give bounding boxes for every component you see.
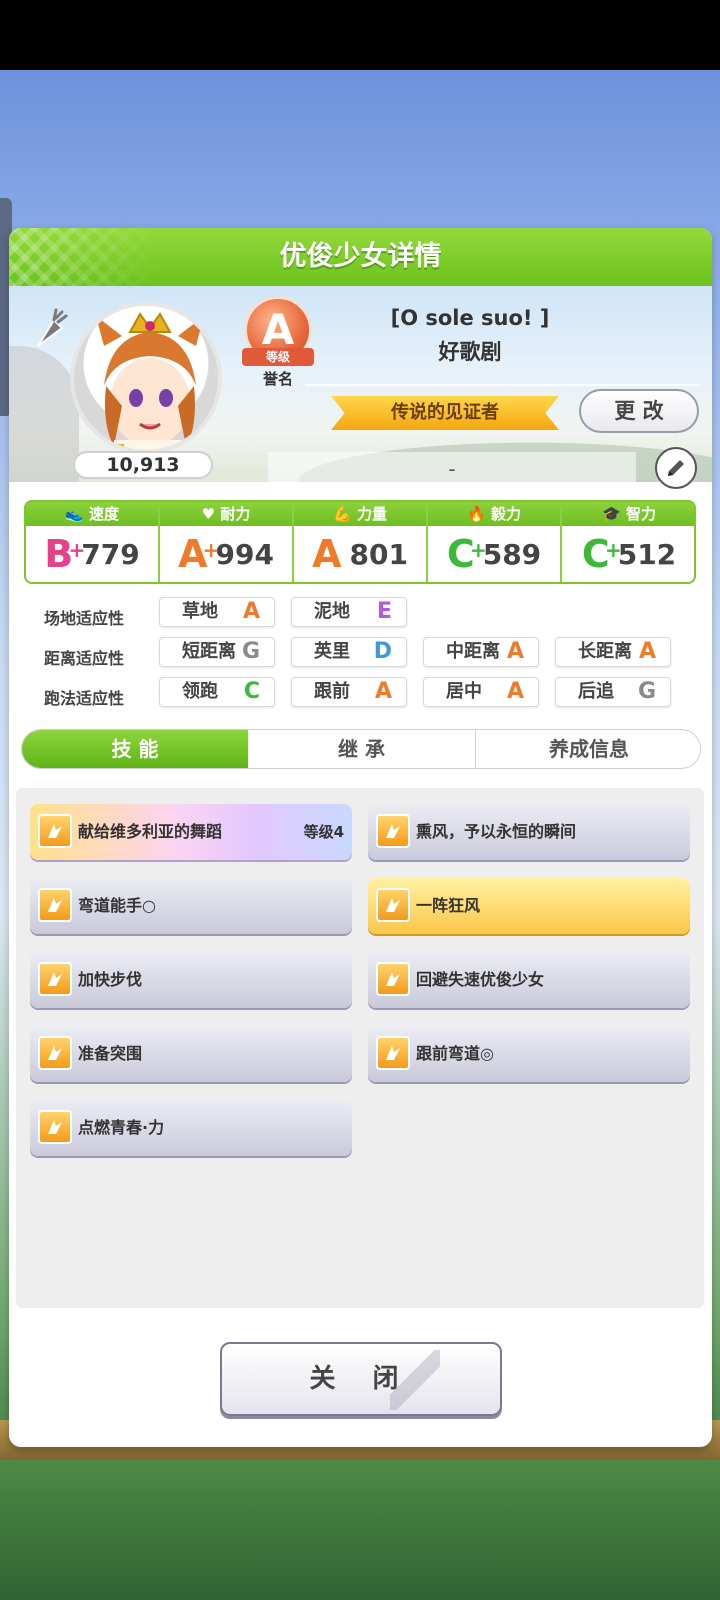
stat-wisdom-grade: C + [581, 532, 622, 576]
flame-icon: 🔥 [467, 505, 486, 523]
fan-count: 10,913 [73, 451, 213, 479]
stat-stamina-header: ♥ 耐力 [160, 502, 292, 526]
stat-guts: 🔥 毅力 C + 589 [428, 502, 562, 582]
skill-name: 点燃青春·力 [78, 1118, 165, 1137]
tab-skills[interactable]: 技 能 [22, 730, 248, 768]
character-portrait[interactable] [70, 302, 222, 454]
stat-power-label: 力量 [356, 505, 387, 523]
skill-level: 等级4 [303, 823, 344, 841]
skill-name: 熏风，予以永恒的瞬间 [416, 822, 577, 841]
stat-wisdom-header: 🎓 智力 [562, 502, 694, 526]
epithet-banner: 传说的见证者 [331, 396, 559, 430]
distance-aptitude-label: 距离适应性 [44, 649, 125, 668]
stat-power: 💪 力量 A 801 [294, 502, 428, 582]
stat-stamina-grade: A + [178, 532, 220, 576]
skill-item[interactable]: 加快步伐 [30, 952, 352, 1008]
skill-name: 弯道能手○ [78, 896, 156, 915]
skill-name: 准备突围 [78, 1044, 143, 1063]
aptitude-front-runner: 领跑 C [159, 677, 275, 707]
stat-guts-value: 589 [482, 537, 542, 571]
stats-panel: 👟 速度 B + 779 ♥ 耐力 A + 994 💪 力量 A 801 🔥 毅力 [24, 500, 696, 584]
skill-name: 加快步伐 [78, 970, 143, 989]
stat-stamina: ♥ 耐力 A + 994 [160, 502, 294, 582]
stat-wisdom-value: 512 [617, 537, 677, 571]
stat-power-header: 💪 力量 [294, 502, 426, 526]
stat-speed-value: 779 [81, 537, 140, 571]
skill-speed-icon [376, 888, 410, 922]
memo-field: - [268, 452, 636, 486]
aptitude-turf: 草地 A [159, 597, 275, 627]
stat-speed-header: 👟 速度 [26, 502, 158, 526]
stat-power-grade: A [312, 532, 342, 576]
aptitude-medium: 中距离 A [423, 637, 539, 667]
aptitude-end-closer: 后追 G [555, 677, 671, 707]
carrot-icon [37, 308, 68, 347]
stat-stamina-value: 994 [215, 537, 274, 571]
stat-guts-grade: C + [446, 532, 487, 576]
skill-speed-icon [38, 888, 72, 922]
dialog-title-bar: 优俊少女详情 [9, 228, 712, 286]
character-name: 好歌剧 [438, 340, 502, 364]
background-arch [9, 346, 79, 482]
detail-tabs: 技 能 继 承 养成信息 [21, 729, 701, 769]
heart-icon: ♥ [201, 505, 216, 523]
stat-guts-label: 毅力 [490, 505, 521, 523]
background-ground [0, 1460, 720, 1600]
character-outfit-title: [O sole suo! ] [390, 306, 550, 330]
shoe-icon: 👟 [65, 505, 84, 523]
pencil-icon [668, 460, 684, 476]
stat-power-value: 801 [349, 537, 408, 571]
skill-name: 跟前弯道◎ [416, 1044, 494, 1063]
skill-item[interactable]: 熏风，予以永恒的瞬间 [368, 804, 690, 860]
stat-speed-grade: B + [44, 532, 86, 576]
tab-training-info[interactable]: 养成信息 [476, 730, 700, 768]
tab-inheritance[interactable]: 继 承 [248, 730, 475, 768]
aptitude-late-surger: 居中 A [423, 677, 539, 707]
title-rank-badge: A 等级 誉名 [240, 296, 316, 392]
stat-wisdom-label: 智力 [625, 505, 656, 523]
skill-speed-icon [38, 1036, 72, 1070]
aptitude-mile: 英里 D [291, 637, 407, 667]
track-aptitude-label: 场地适应性 [44, 609, 125, 628]
stat-speed-label: 速度 [88, 505, 119, 523]
skill-item[interactable]: 跟前弯道◎ [368, 1026, 690, 1082]
skill-item[interactable]: 点燃青春·力 [30, 1100, 352, 1156]
stat-stamina-label: 耐力 [220, 505, 251, 523]
edit-memo-button[interactable] [655, 447, 697, 489]
epithet-divider [305, 384, 700, 386]
skill-item[interactable]: 献给维多利亚的舞蹈 等级4 [30, 804, 352, 860]
stat-guts-header: 🔥 毅力 [428, 502, 560, 526]
skill-speed-icon [38, 1110, 72, 1144]
aptitude-long: 长距离 A [555, 637, 671, 667]
skill-item[interactable]: 准备突围 [30, 1026, 352, 1082]
close-button[interactable]: 关 闭 [220, 1342, 502, 1416]
aptitude-dirt: 泥地 E [291, 597, 407, 627]
skill-name: 一阵狂风 [416, 896, 481, 915]
skill-speed-icon [38, 814, 72, 848]
stat-speed: 👟 速度 B + 779 [26, 502, 160, 582]
stat-wisdom: 🎓 智力 C + 512 [562, 502, 694, 582]
skills-list: 献给维多利亚的舞蹈 等级4 熏风，予以永恒的瞬间 弯道能手○ 一阵狂风 加快步伐… [16, 788, 704, 1308]
skill-name: 献给维多利亚的舞蹈 [78, 822, 223, 841]
skill-item[interactable]: 一阵狂风 [368, 878, 690, 934]
aptitude-sprint: 短距离 G [159, 637, 275, 667]
muscle-icon: 💪 [333, 505, 352, 523]
dialog-title: 优俊少女详情 [279, 241, 442, 272]
rank-ribbon: 等级 [242, 348, 314, 366]
button-decoration [390, 1350, 440, 1410]
skill-item[interactable]: 弯道能手○ [30, 878, 352, 934]
skill-name: 回避失速优俊少女 [416, 970, 545, 989]
skill-speed-icon [376, 814, 410, 848]
graduation-cap-icon: 🎓 [602, 505, 621, 523]
skill-item[interactable]: 回避失速优俊少女 [368, 952, 690, 1008]
status-bar [0, 0, 720, 70]
skill-speed-icon [376, 1036, 410, 1070]
skill-speed-icon [376, 962, 410, 996]
change-button[interactable]: 更 改 [579, 389, 699, 433]
style-aptitude-label: 跑法适应性 [44, 689, 125, 708]
aptitude-pace-chaser: 跟前 A [291, 677, 407, 707]
skill-speed-icon [38, 962, 72, 996]
